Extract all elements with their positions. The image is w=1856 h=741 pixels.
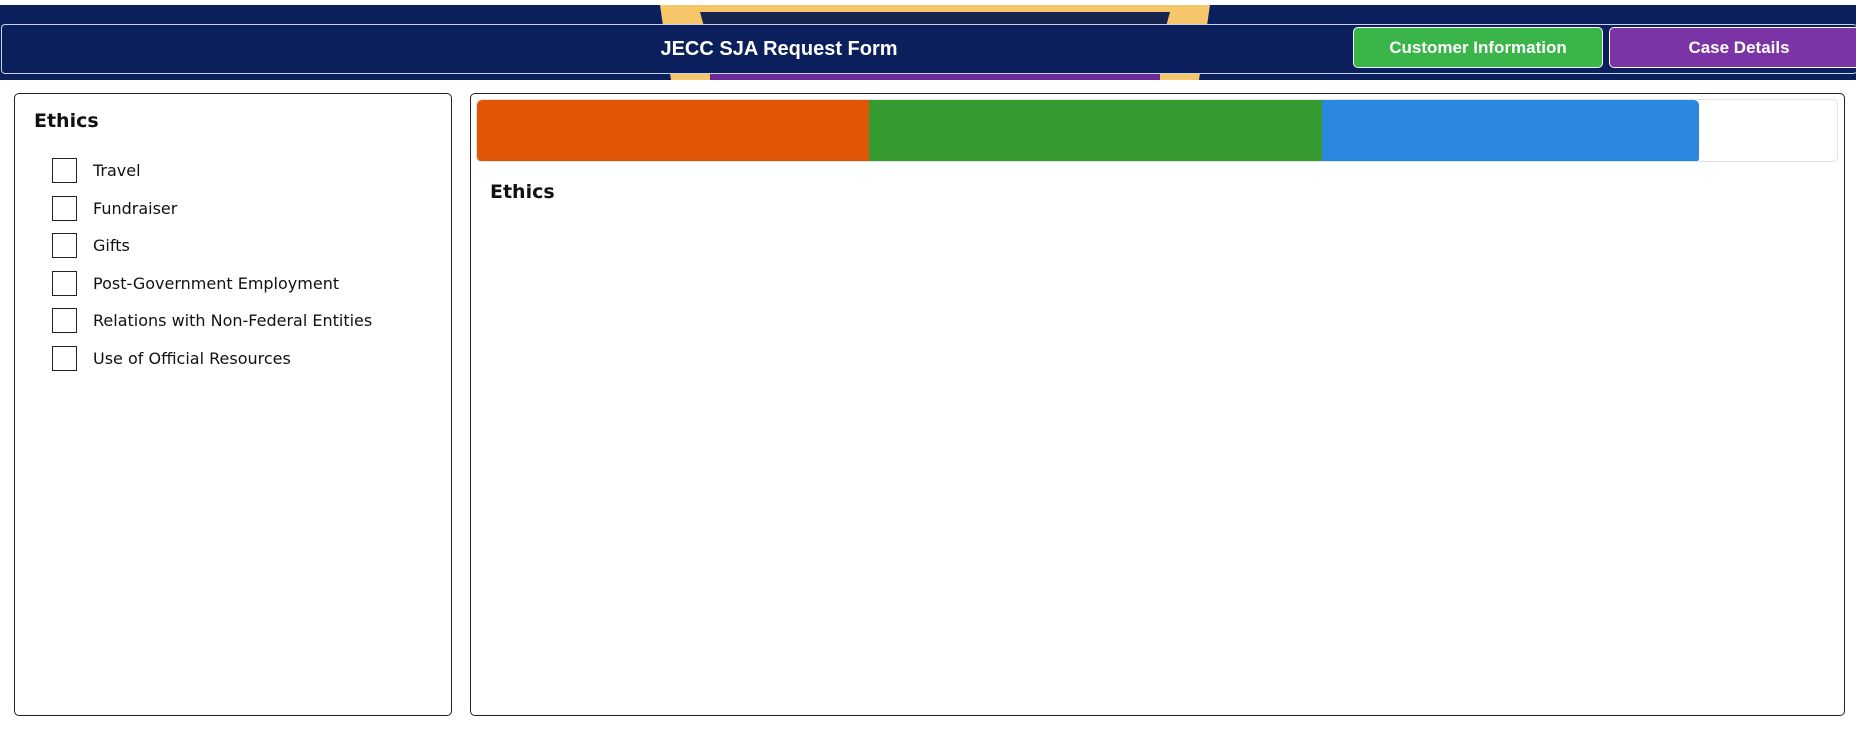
post-government-employment-checkbox[interactable]: [52, 270, 77, 296]
progress-segment-2: [869, 100, 1322, 161]
progress-bar: [476, 99, 1838, 162]
progress-segment-1: [477, 100, 869, 161]
checkbox-item-fundraiser[interactable]: Fundraiser: [52, 190, 372, 228]
checkbox-label: Travel: [93, 161, 141, 181]
customer-information-button[interactable]: Customer Information: [1353, 27, 1603, 68]
case-details-button[interactable]: Case Details: [1609, 27, 1856, 68]
checkbox-item-post-government-employment[interactable]: Post-Government Employment: [52, 265, 372, 303]
ethics-detail-panel: Ethics: [470, 93, 1845, 716]
checkbox-label: Relations with Non-Federal Entities: [93, 311, 373, 331]
checkbox-label: Use of Official Resources: [93, 348, 291, 368]
checkbox-item-gifts[interactable]: Gifts: [52, 227, 372, 265]
checkbox-item-official-resources[interactable]: Use of Official Resources: [52, 340, 372, 378]
ethics-category-panel: Ethics Travel Fundraiser Gifts Post-Gove…: [14, 93, 452, 716]
top-strip: [0, 0, 1856, 5]
official-resources-checkbox[interactable]: [52, 345, 77, 371]
checkbox-item-relations-non-federal[interactable]: Relations with Non-Federal Entities: [52, 302, 372, 340]
travel-checkbox[interactable]: [52, 158, 77, 184]
relations-non-federal-checkbox[interactable]: [52, 308, 77, 334]
ethics-checkbox-list: Travel Fundraiser Gifts Post-Government …: [52, 152, 372, 377]
checkbox-item-travel[interactable]: Travel: [52, 152, 372, 190]
gifts-checkbox[interactable]: [52, 233, 77, 259]
progress-segment-3: [1322, 100, 1699, 161]
checkbox-label: Fundraiser: [93, 198, 178, 218]
fundraiser-checkbox[interactable]: [52, 195, 77, 221]
checkbox-label: Post-Government Employment: [93, 273, 340, 293]
section-title: Ethics: [490, 181, 555, 203]
checkbox-label: Gifts: [93, 236, 130, 256]
ethics-panel-title: Ethics: [34, 110, 99, 132]
